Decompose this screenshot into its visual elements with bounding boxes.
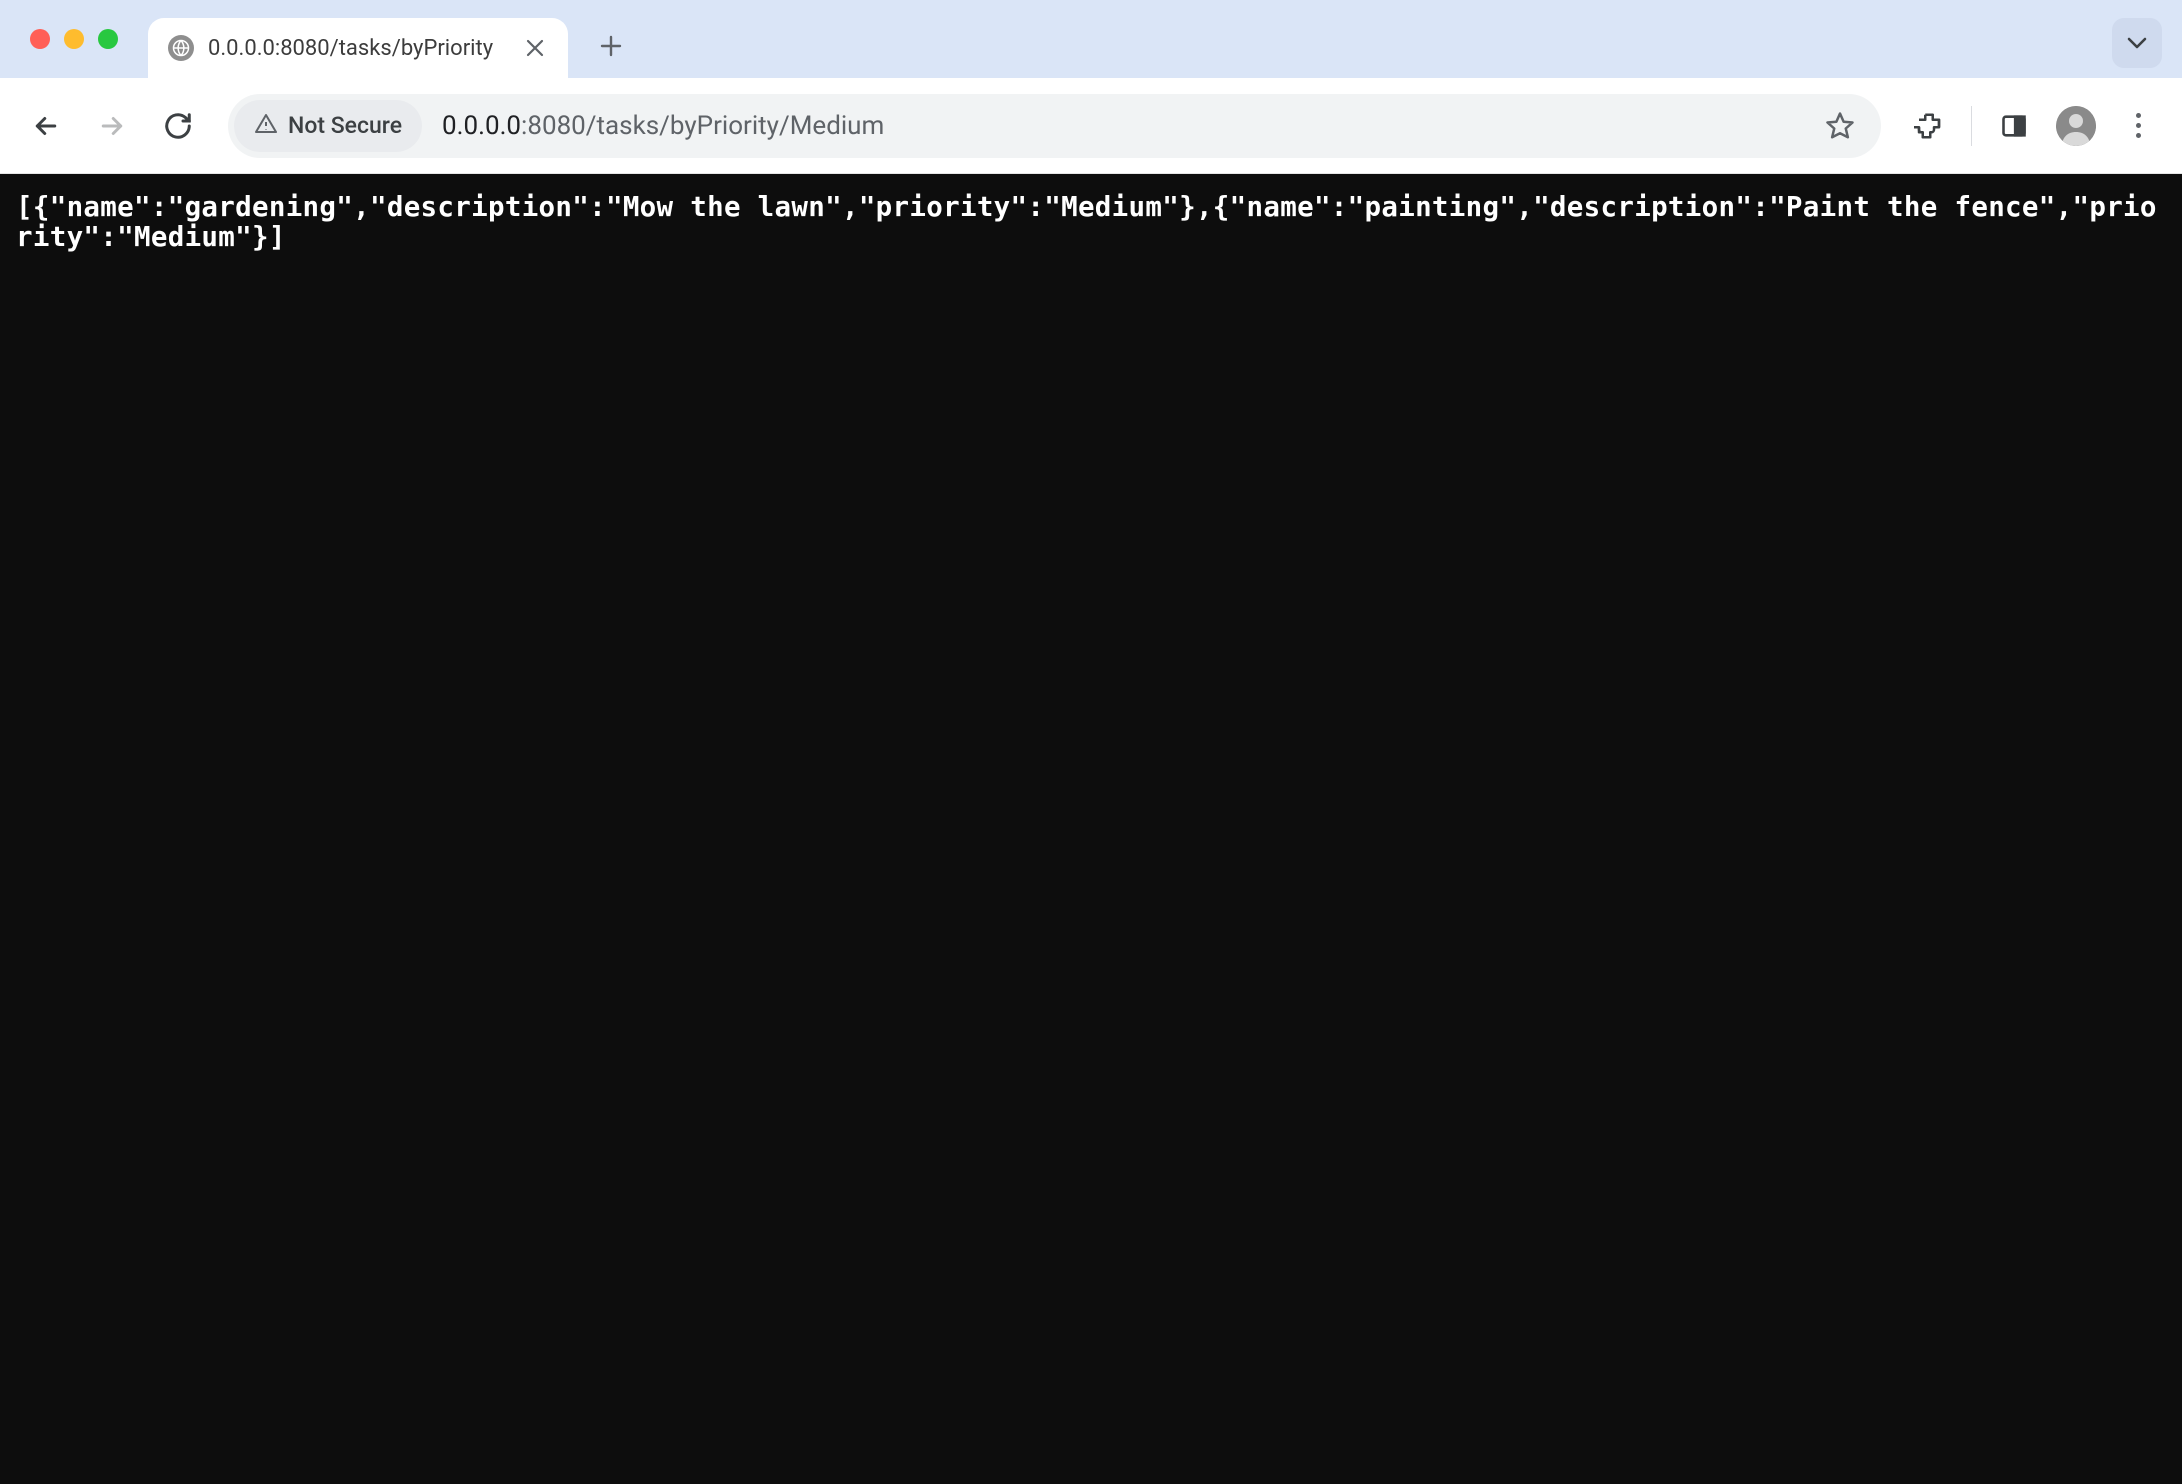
url-text: 0.0.0.0:8080/tasks/byPriority/Medium [442,111,1817,141]
window-controls [30,29,118,49]
reload-button[interactable] [152,100,204,152]
window-close-button[interactable] [30,29,50,49]
warning-icon [254,112,278,140]
security-label: Not Secure [288,112,402,139]
address-bar[interactable]: Not Secure 0.0.0.0:8080/tasks/byPriority… [228,94,1881,158]
toolbar-divider [1971,106,1972,146]
side-panel-button[interactable] [1990,102,2038,150]
new-tab-button[interactable] [588,23,634,69]
tab-title: 0.0.0.0:8080/tasks/byPriority [208,36,508,61]
url-host: 0.0.0.0 [442,111,521,141]
page-content: [{"name":"gardening","description":"Mow … [0,174,2182,1484]
window-maximize-button[interactable] [98,29,118,49]
profile-avatar[interactable] [2056,106,2096,146]
toolbar-right [1905,102,2162,150]
window-minimize-button[interactable] [64,29,84,49]
toolbar: Not Secure 0.0.0.0:8080/tasks/byPriority… [0,78,2182,174]
tab-bar: 0.0.0.0:8080/tasks/byPriority [0,0,2182,78]
tabs-dropdown-button[interactable] [2112,18,2162,68]
url-path: :8080/tasks/byPriority/Medium [521,111,884,141]
browser-tab[interactable]: 0.0.0.0:8080/tasks/byPriority [148,18,568,78]
bookmark-button[interactable] [1817,103,1863,149]
back-button[interactable] [20,100,72,152]
browser-chrome: 0.0.0.0:8080/tasks/byPriority [0,0,2182,174]
forward-button[interactable] [86,100,138,152]
extensions-button[interactable] [1905,102,1953,150]
security-chip[interactable]: Not Secure [234,100,422,152]
tab-close-button[interactable] [522,35,548,61]
globe-icon [168,35,194,61]
browser-menu-button[interactable] [2114,102,2162,150]
